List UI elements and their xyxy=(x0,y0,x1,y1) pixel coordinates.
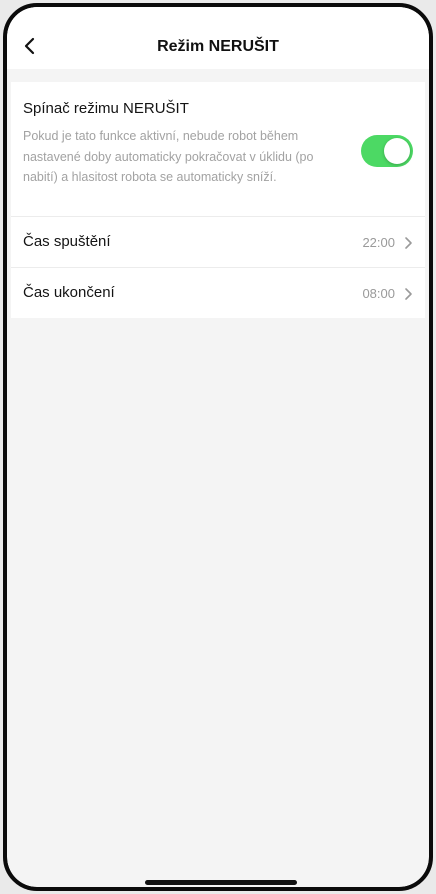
end-time-row[interactable]: Čas ukončení 08:00 xyxy=(11,268,425,318)
dnd-switch-description: Pokud je tato funkce aktivní, nebude rob… xyxy=(23,129,314,184)
dnd-switch-row: Spínač režimu NERUŠIT Pokud je tato funk… xyxy=(11,82,425,217)
end-time-value: 08:00 xyxy=(362,286,395,301)
home-indicator xyxy=(145,880,297,885)
chevron-right-icon xyxy=(405,288,412,300)
start-time-label: Čas spuštění xyxy=(23,233,111,250)
phone-frame: Režim NERUŠIT Spínač režimu NERUŠIT Poku… xyxy=(3,3,433,891)
dnd-switch-title: Spínač režimu NERUŠIT xyxy=(23,100,189,117)
start-time-value: 22:00 xyxy=(362,235,395,250)
end-time-label: Čas ukončení xyxy=(23,284,115,301)
settings-card: Spínač režimu NERUŠIT Pokud je tato funk… xyxy=(11,82,425,318)
dnd-toggle[interactable] xyxy=(361,135,413,167)
chevron-right-icon xyxy=(405,237,412,249)
page-title: Režim NERUŠIT xyxy=(157,38,279,55)
screen: Režim NERUŠIT Spínač režimu NERUŠIT Poku… xyxy=(7,7,429,887)
nav-header: Režim NERUŠIT xyxy=(7,7,429,69)
toggle-knob xyxy=(384,138,410,164)
start-time-row[interactable]: Čas spuštění 22:00 xyxy=(11,217,425,268)
